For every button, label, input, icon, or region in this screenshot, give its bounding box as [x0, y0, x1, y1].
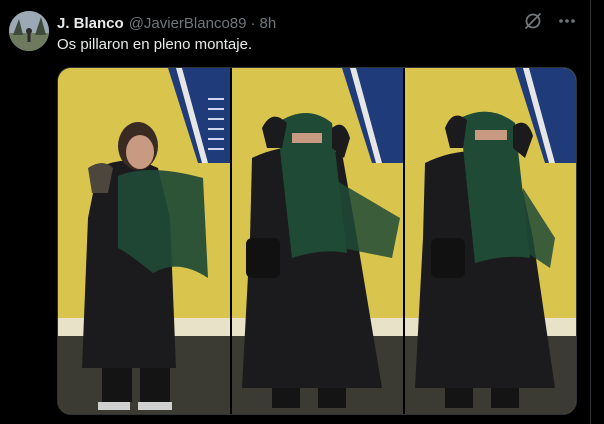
tweet-text: Os pillaron en pleno montaje. — [57, 36, 253, 53]
photo-3[interactable] — [405, 68, 576, 414]
timestamp[interactable]: 8h — [259, 15, 276, 32]
media-grid — [57, 67, 577, 415]
photo-2-image — [232, 68, 403, 414]
avatar[interactable] — [9, 11, 49, 51]
separator: · — [250, 14, 256, 32]
more-icon[interactable] — [556, 10, 578, 32]
author-name[interactable]: J. Blanco — [57, 15, 124, 32]
tweet-actions — [522, 10, 578, 32]
photo-1[interactable] — [58, 68, 230, 414]
grok-icon[interactable] — [522, 10, 544, 32]
tweet[interactable]: J. Blanco @JavierBlanco89 · 8h Os pillar… — [0, 0, 591, 424]
author-handle[interactable]: @JavierBlanco89 — [129, 15, 247, 32]
photo-2[interactable] — [232, 68, 403, 414]
photo-1-image — [58, 68, 230, 414]
photo-3-image — [405, 68, 576, 414]
avatar-icon — [9, 11, 49, 51]
tweet-header: J. Blanco @JavierBlanco89 · 8h — [57, 13, 276, 33]
